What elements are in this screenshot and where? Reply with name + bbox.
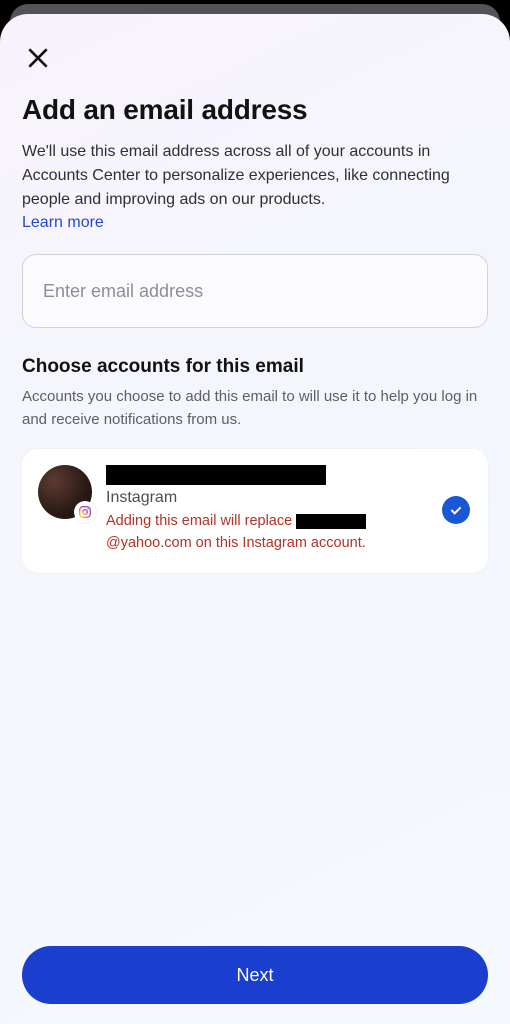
page-description: We'll use this email address across all … <box>22 140 488 212</box>
email-input[interactable] <box>22 254 488 328</box>
modal-sheet: Add an email address We'll use this emai… <box>0 14 510 1024</box>
account-name-redacted <box>106 465 326 485</box>
avatar <box>38 465 92 519</box>
instagram-icon <box>74 501 96 523</box>
selected-check-icon <box>442 496 470 524</box>
account-row[interactable]: Instagram Adding this email will replace… <box>22 449 488 573</box>
account-warning-text: Adding this email will replace @yahoo.co… <box>106 511 426 555</box>
learn-more-link[interactable]: Learn more <box>22 214 488 232</box>
close-icon <box>25 45 51 71</box>
close-button[interactable] <box>22 42 54 74</box>
page-title: Add an email address <box>22 94 488 126</box>
accounts-section-description: Accounts you choose to add this email to… <box>22 386 488 431</box>
account-platform-label: Instagram <box>106 489 426 507</box>
redacted-email-local <box>296 514 366 529</box>
next-button[interactable]: Next <box>22 946 488 1004</box>
accounts-section-title: Choose accounts for this email <box>22 356 488 378</box>
